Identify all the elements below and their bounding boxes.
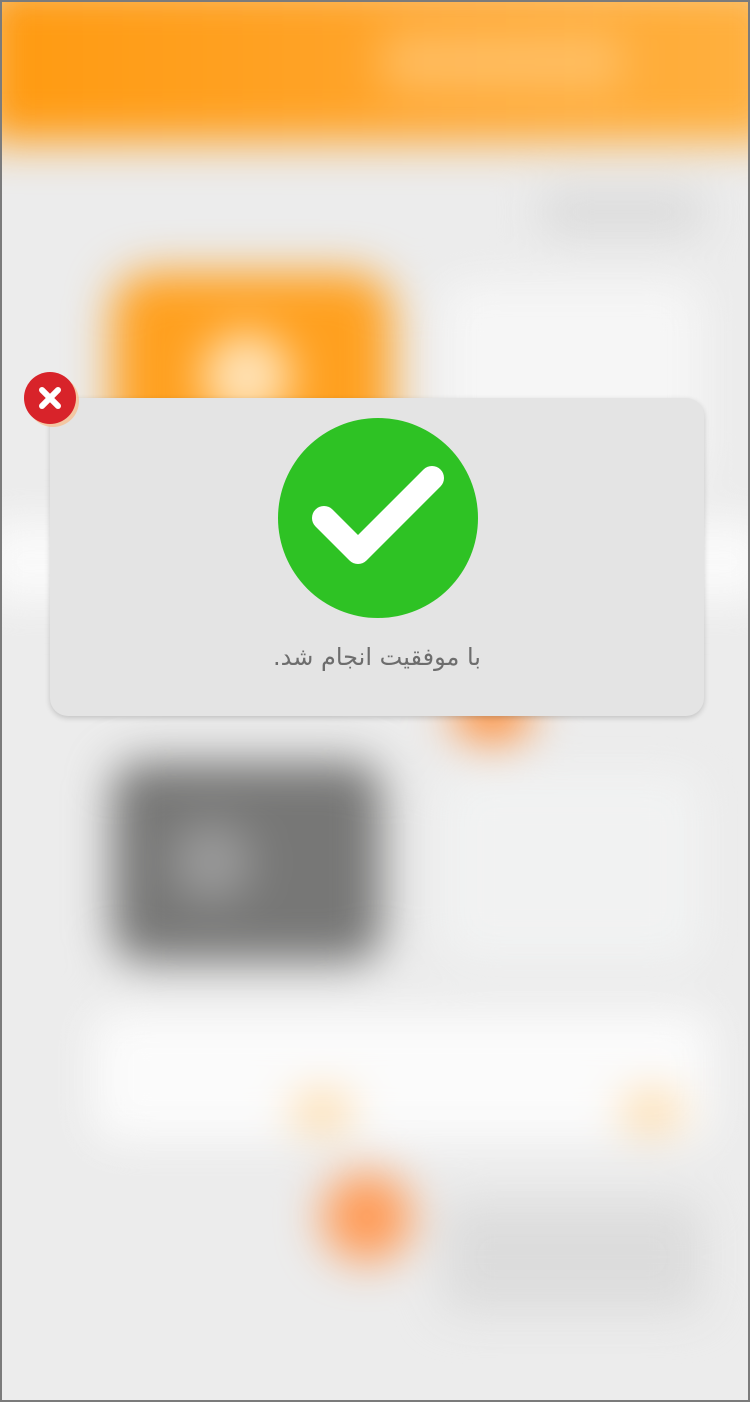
success-dialog: با موفقیت انجام شد. xyxy=(50,398,704,716)
background-dot-left xyxy=(292,1092,352,1132)
success-message: با موفقیت انجام شد. xyxy=(273,643,481,671)
background-header xyxy=(2,2,748,142)
background-header-highlight xyxy=(382,32,622,92)
background-card-dark-dot xyxy=(172,822,252,902)
screen-frame: با موفقیت انجام شد. xyxy=(0,0,750,1402)
check-icon xyxy=(312,466,444,564)
background-orange-circle xyxy=(322,1172,412,1262)
background-row xyxy=(542,192,702,232)
background-card-right-middle xyxy=(442,772,702,962)
background-grey-bar xyxy=(442,1202,702,1312)
close-icon xyxy=(39,387,61,409)
close-button[interactable] xyxy=(24,372,76,424)
background-dot-right xyxy=(622,1092,682,1132)
background-card-bottom xyxy=(92,1012,712,1142)
check-circle-icon xyxy=(278,418,478,618)
